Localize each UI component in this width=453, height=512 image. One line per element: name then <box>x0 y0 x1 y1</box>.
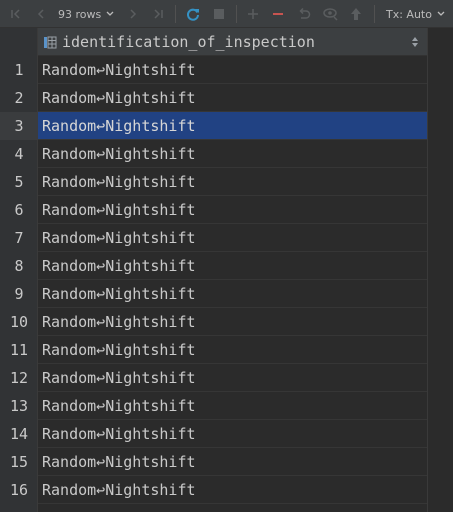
table-cell[interactable]: Random↩Nightshift <box>38 420 427 448</box>
table-row[interactable]: 15 Random↩Nightshift <box>0 448 427 476</box>
transaction-mode-label: Tx: Auto <box>386 7 432 21</box>
delete-row-button[interactable] <box>268 0 288 28</box>
table-row[interactable]: 7 Random↩Nightshift <box>0 224 427 252</box>
row-number[interactable]: 14 <box>0 420 38 448</box>
rows-dropdown[interactable]: 93 rows <box>58 0 120 28</box>
first-page-icon <box>11 9 20 19</box>
preview-changes-button[interactable] <box>320 0 342 28</box>
column-header[interactable]: identification_of_inspection <box>38 28 427 56</box>
revert-button[interactable] <box>294 0 314 28</box>
table-cell[interactable]: Random↩Nightshift <box>38 308 427 336</box>
add-row-button[interactable] <box>243 0 263 28</box>
table-row[interactable]: 14 Random↩Nightshift <box>0 420 427 448</box>
table-cell[interactable]: Random↩Nightshift <box>38 364 427 392</box>
row-number[interactable]: 6 <box>0 196 38 224</box>
prev-page-icon <box>37 9 44 19</box>
row-number[interactable]: 16 <box>0 476 38 504</box>
row-number[interactable]: 5 <box>0 168 38 196</box>
row-number[interactable]: 15 <box>0 448 38 476</box>
rows-count-label: 93 rows <box>58 7 102 21</box>
row-number[interactable]: 11 <box>0 336 38 364</box>
next-page-button[interactable] <box>123 0 143 28</box>
refresh-icon <box>187 8 199 21</box>
table-cell[interactable]: Random↩Nightshift <box>38 56 427 84</box>
table-row[interactable]: 6 Random↩Nightshift <box>0 196 427 224</box>
table-cell[interactable]: Random↩Nightshift <box>38 196 427 224</box>
prev-page-button[interactable] <box>31 0 51 28</box>
row-number[interactable]: 9 <box>0 280 38 308</box>
table-row[interactable]: 8 Random↩Nightshift <box>0 252 427 280</box>
table-row[interactable]: 10 Random↩Nightshift <box>0 308 427 336</box>
row-number[interactable]: 13 <box>0 392 38 420</box>
row-number[interactable]: 12 <box>0 364 38 392</box>
transaction-mode-dropdown[interactable]: Tx: Auto <box>386 0 448 28</box>
submit-icon <box>351 8 361 20</box>
table-cell[interactable]: Random↩Nightshift <box>38 448 427 476</box>
row-number[interactable]: 1 <box>0 56 38 84</box>
table-row[interactable]: 5 Random↩Nightshift <box>0 168 427 196</box>
toolbar: 93 rows Tx: Auto <box>0 0 453 28</box>
toolbar-separator <box>175 5 176 23</box>
table-row[interactable]: 1 Random↩Nightshift <box>0 56 427 84</box>
stop-button[interactable] <box>209 0 229 28</box>
table-row[interactable]: 12 Random↩Nightshift <box>0 364 427 392</box>
table-cell[interactable]: Random↩Nightshift <box>38 280 427 308</box>
refresh-button[interactable] <box>183 0 203 28</box>
last-page-button[interactable] <box>148 0 168 28</box>
toolbar-separator <box>236 5 237 23</box>
column-header-label: identification_of_inspection <box>62 33 315 51</box>
toolbar-separator <box>374 5 375 23</box>
table-row[interactable]: 3 Random↩Nightshift <box>0 112 427 140</box>
submit-button[interactable] <box>346 0 366 28</box>
stop-icon <box>214 9 224 19</box>
row-number[interactable]: 2 <box>0 84 38 112</box>
table-row[interactable]: 4 Random↩Nightshift <box>0 140 427 168</box>
table-row[interactable]: 2 Random↩Nightshift <box>0 84 427 112</box>
table-cell[interactable]: Random↩Nightshift <box>38 140 427 168</box>
table-row[interactable]: 13 Random↩Nightshift <box>0 392 427 420</box>
first-page-button[interactable] <box>6 0 26 28</box>
table-cell[interactable]: Random↩Nightshift <box>38 84 427 112</box>
revert-icon <box>299 7 311 19</box>
row-number[interactable]: 7 <box>0 224 38 252</box>
table-row[interactable]: 11 Random↩Nightshift <box>0 336 427 364</box>
row-number[interactable]: 4 <box>0 140 38 168</box>
next-page-icon <box>130 9 137 19</box>
row-number[interactable]: 8 <box>0 252 38 280</box>
chevron-down-icon <box>437 11 445 16</box>
sort-icon[interactable] <box>411 36 419 48</box>
chevron-down-icon <box>106 11 114 16</box>
grid-right-padding <box>427 28 453 512</box>
add-row-icon <box>248 9 258 19</box>
table-cell[interactable]: Random↩Nightshift <box>38 252 427 280</box>
table-cell[interactable]: Random↩Nightshift <box>38 168 427 196</box>
row-number[interactable]: 3 <box>0 112 38 140</box>
table-cell[interactable]: Random↩Nightshift <box>38 336 427 364</box>
row-number[interactable]: 10 <box>0 308 38 336</box>
column-icon <box>44 36 57 49</box>
last-page-icon <box>154 9 163 19</box>
delete-row-icon <box>273 13 283 15</box>
table-row[interactable]: 9 Random↩Nightshift <box>0 280 427 308</box>
table-cell[interactable]: Random↩Nightshift <box>38 224 427 252</box>
table-cell[interactable]: Random↩Nightshift <box>38 392 427 420</box>
table-cell[interactable]: Random↩Nightshift <box>38 112 427 140</box>
preview-changes-icon <box>323 8 338 21</box>
table-row[interactable]: 16 Random↩Nightshift <box>0 476 427 504</box>
table-cell[interactable]: Random↩Nightshift <box>38 476 427 504</box>
